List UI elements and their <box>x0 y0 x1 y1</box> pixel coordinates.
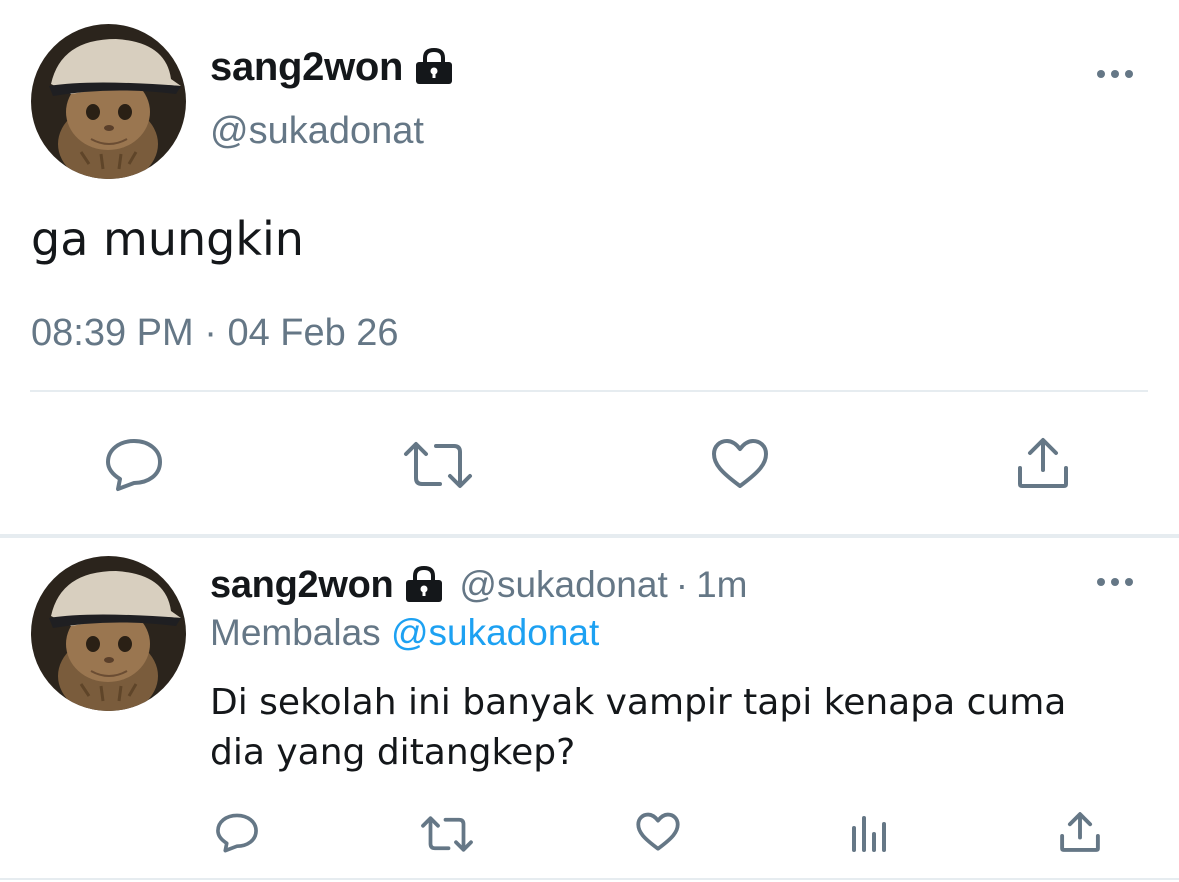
more-icon[interactable] <box>1096 66 1136 82</box>
divider <box>30 390 1148 392</box>
avatar[interactable] <box>31 24 186 179</box>
bottom-divider <box>0 878 1179 880</box>
tweet-age[interactable]: 1m <box>696 564 747 606</box>
replying-to: Membalas @sukadonat <box>210 612 599 654</box>
replying-label: Membalas <box>210 612 381 653</box>
tweet-meta: 08:39 PM · 04 Feb 26 <box>31 312 399 355</box>
meta-separator: · <box>675 564 689 605</box>
reply-text-line: Di sekolah ini banyak vampir tapi kenapa… <box>210 682 1067 723</box>
avatar[interactable] <box>31 556 186 711</box>
more-icon[interactable] <box>1096 574 1136 590</box>
retweet-icon[interactable] <box>402 440 474 490</box>
handle[interactable]: @sukadonat <box>210 110 424 153</box>
reply-icon[interactable] <box>104 437 164 493</box>
share-icon[interactable] <box>1016 436 1070 490</box>
main-tweet: sang2won @sukadonat ga mungkin 08:39 PM … <box>0 0 1179 535</box>
like-icon[interactable] <box>711 438 769 490</box>
meta-separator: · <box>204 312 217 354</box>
share-icon[interactable] <box>1059 811 1101 853</box>
replying-mention[interactable]: @sukadonat <box>391 612 599 653</box>
tweet-text: ga mungkin <box>31 212 304 266</box>
reply-text-line: dia yang ditangkep? <box>210 732 576 773</box>
analytics-icon[interactable] <box>850 814 890 852</box>
lock-icon <box>403 564 445 606</box>
tweet-time[interactable]: 08:39 PM <box>31 312 194 354</box>
retweet-icon[interactable] <box>420 815 474 853</box>
display-name[interactable]: sang2won <box>210 564 394 607</box>
reply-text: Di sekolah ini banyak vampir tapi kenapa… <box>210 678 1066 778</box>
like-icon[interactable] <box>636 812 680 852</box>
reply-icon[interactable] <box>215 812 259 854</box>
reply-tweet[interactable]: sang2won @sukadonat · 1m Membalas @sukad… <box>0 538 1179 878</box>
lock-icon <box>413 46 455 88</box>
display-name[interactable]: sang2won <box>210 45 403 90</box>
handle[interactable]: @sukadonat <box>459 564 667 606</box>
tweet-date[interactable]: 04 Feb 26 <box>227 312 398 354</box>
